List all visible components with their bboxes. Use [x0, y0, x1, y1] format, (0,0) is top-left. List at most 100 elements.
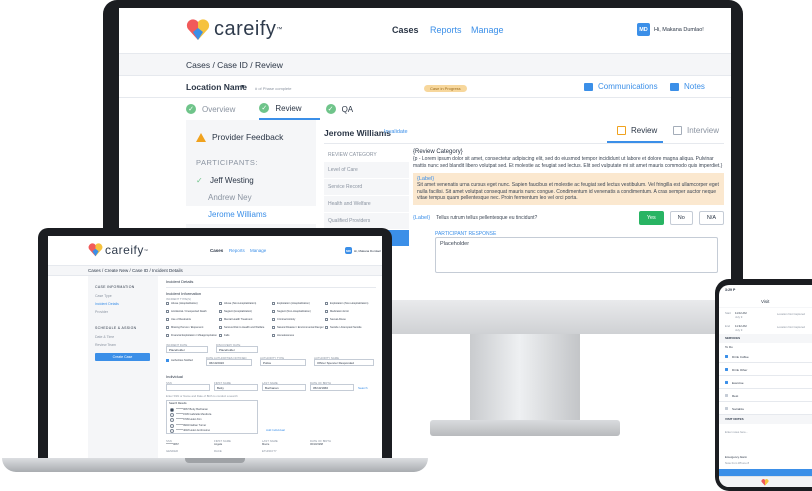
result-radio[interactable] [170, 408, 174, 412]
yes-button[interactable]: Yes [638, 210, 664, 225]
heart-logo-icon [88, 243, 103, 257]
service-label: Drink Coffee [732, 355, 749, 359]
incident-type-checkbox[interactable] [272, 318, 275, 321]
first-name-field[interactable]: Betty [214, 384, 258, 391]
chevron-down-icon[interactable]: ▾ [241, 83, 244, 90]
invalidate-link[interactable]: Invalidate [384, 129, 408, 135]
careify-logo[interactable]: careify ™ [186, 18, 282, 41]
incident-type-label: Neglect (Non-Hospitalization) [277, 310, 311, 313]
service-item[interactable]: Rest [719, 390, 812, 402]
incident-type-checkbox[interactable] [219, 326, 222, 329]
incident-type-checkbox[interactable] [166, 334, 169, 337]
incident-type-label: Criminal Activity [277, 318, 296, 321]
sidebar-item-case-type[interactable]: Case Type [95, 294, 112, 298]
incident-type-checkbox[interactable] [166, 310, 169, 313]
notes-heading: VISIT NOTES [725, 417, 744, 421]
authority-type-select[interactable]: Police [260, 359, 306, 366]
authority-name-field[interactable]: Officer Spencer Responded [314, 359, 374, 366]
incident-type-checkbox[interactable] [325, 318, 328, 321]
divider [166, 287, 376, 288]
incident-type-checkbox[interactable] [325, 326, 328, 329]
user-greeting[interactable]: Hi, Makana Dumlao! [654, 27, 704, 33]
incident-type-checkbox[interactable] [219, 302, 222, 305]
emergency-alarm[interactable]: Emergency Alarm [725, 455, 747, 459]
incident-type-checkbox[interactable] [219, 318, 222, 321]
nav-manage[interactable]: Manage [471, 25, 504, 35]
discovery-date-field[interactable]: Placeholder [216, 346, 258, 353]
communications-link[interactable]: Communications [584, 82, 658, 91]
tab-interview[interactable]: Interview [673, 126, 719, 135]
sidebar-item-provider[interactable]: Provider [95, 310, 108, 314]
nav-cases[interactable]: Cases [210, 248, 223, 253]
response-textarea[interactable]: Placeholder [435, 236, 718, 273]
result-radio[interactable] [170, 423, 174, 428]
notes-input[interactable]: Enter notes here... [725, 430, 748, 434]
incident-type-checkbox[interactable] [219, 310, 222, 313]
incident-type-checkbox[interactable] [325, 310, 328, 313]
nav-cases[interactable]: Cases [392, 25, 419, 35]
incident-type-checkbox[interactable] [166, 318, 169, 321]
user-avatar[interactable]: MD [637, 23, 650, 36]
create-case-button[interactable]: Create Case [95, 353, 150, 361]
notes-link[interactable]: Notes [670, 82, 705, 91]
category-item[interactable]: Level of Care [324, 162, 409, 179]
incident-type-checkbox[interactable] [272, 326, 275, 329]
service-item[interactable]: Drink Coffee [719, 351, 812, 363]
service-item[interactable]: Exercise [719, 377, 812, 389]
result-radio[interactable] [170, 428, 174, 433]
service-label: Exercise [732, 381, 744, 385]
sidebar-item-review-team[interactable]: Review Team [95, 343, 116, 347]
participant-name: Andrew Ney [208, 193, 252, 202]
result-radio[interactable] [170, 413, 174, 418]
authorities-checkbox[interactable] [166, 359, 169, 362]
last-name-field[interactable]: Buchanan [262, 384, 306, 391]
incident-type-checkbox[interactable] [166, 326, 169, 329]
user-greeting[interactable]: Hi, Makana Dumlao! [354, 249, 381, 253]
incident-type-checkbox[interactable] [272, 310, 275, 313]
incident-type-checkbox[interactable] [219, 334, 222, 337]
incident-type-label: Abuse (Non-Hospitalization) [224, 302, 257, 305]
brand-tm: ™ [276, 26, 283, 33]
careify-logo[interactable]: careify ™ [88, 243, 148, 257]
participant-item[interactable]: ✓ Jeff Westing [196, 176, 254, 185]
nav-reports[interactable]: Reports [430, 25, 462, 35]
step-qa[interactable]: ✓ QA [325, 98, 372, 120]
service-item[interactable]: Drink Other [719, 364, 812, 376]
category-item[interactable]: Service Record [324, 179, 409, 196]
category-item[interactable]: Health and Welfare [324, 196, 409, 213]
row-first: Angela [214, 443, 223, 446]
search-button[interactable]: Search [358, 386, 368, 390]
result-radio[interactable] [170, 418, 174, 423]
sidebar-item-date-time[interactable]: Date & Time [95, 335, 114, 339]
incident-type-checkbox[interactable] [325, 302, 328, 305]
user-avatar[interactable]: MD [345, 247, 352, 254]
phone-action-bar[interactable] [719, 469, 812, 476]
add-individual-link[interactable]: Add Individual [266, 428, 285, 432]
tab-review[interactable]: Review [617, 126, 657, 135]
incident-date-field[interactable]: Placeholder [166, 346, 208, 353]
no-button[interactable]: No [669, 210, 693, 225]
incident-type-checkbox[interactable] [166, 302, 169, 305]
incident-type-checkbox[interactable] [272, 302, 275, 305]
authority-date-field[interactable]: 06/10/2020 [206, 359, 252, 366]
participant-item-selected[interactable]: Jerome Williams [186, 206, 316, 224]
service-item[interactable]: Socialize [719, 403, 812, 415]
nav-reports[interactable]: Reports [229, 248, 245, 253]
laptop-notch [185, 458, 245, 463]
participant-item[interactable]: Andrew Ney [208, 193, 252, 202]
provider-feedback-link[interactable]: Provider Feedback [196, 132, 283, 142]
nav-manage[interactable]: Manage [250, 248, 266, 253]
incident-type-checkbox[interactable] [272, 334, 275, 337]
dob-field[interactable]: 05/10/1966 [310, 384, 354, 391]
start-label: Start [725, 311, 731, 315]
ssn-field[interactable] [166, 384, 210, 391]
na-button[interactable]: N/A [698, 210, 724, 225]
checkbox-icon [725, 355, 728, 358]
app-header: careify ™ Cases Reports Manage MD Hi, Ma… [119, 8, 731, 54]
step-overview[interactable]: ✓ Overview [186, 98, 253, 120]
heart-logo-icon [761, 479, 769, 486]
location-name[interactable]: Location Name [186, 82, 247, 92]
sidebar-item-incident-details[interactable]: Incident Details [95, 302, 119, 306]
step-review[interactable]: ✓ Review [259, 98, 320, 120]
phone-tab-bar [719, 476, 812, 487]
